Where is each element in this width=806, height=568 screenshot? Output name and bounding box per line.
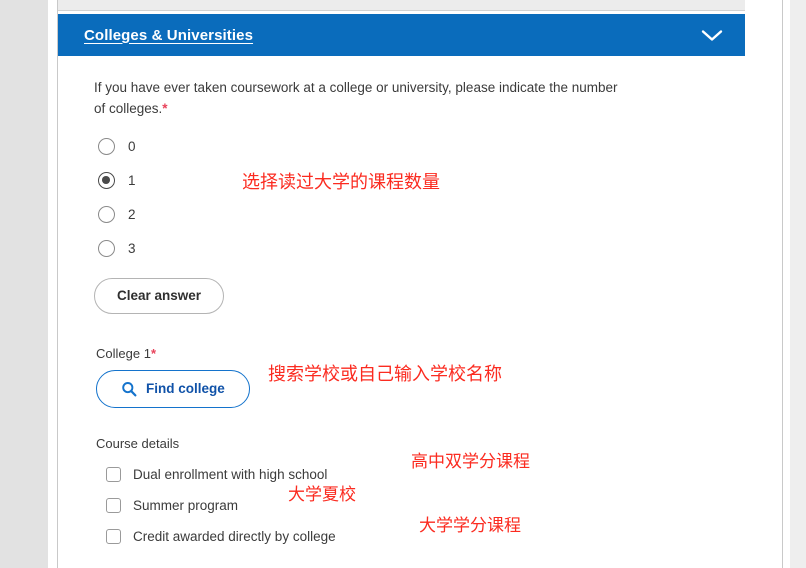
radio-icon[interactable]	[98, 138, 115, 156]
required-asterisk: *	[162, 100, 168, 116]
checkbox-label: Summer program	[133, 497, 239, 513]
find-college-button[interactable]: Find college	[96, 369, 250, 408]
college-1-label-text: College 1	[96, 345, 151, 361]
checkbox-icon[interactable]	[106, 528, 121, 544]
find-college-button-label: Find college	[146, 381, 225, 397]
radio-icon[interactable]	[98, 240, 115, 258]
radio-option-label: 1	[128, 173, 136, 189]
college-1-label: College 1*	[96, 346, 745, 361]
search-icon	[121, 381, 137, 397]
left-gutter	[0, 0, 48, 568]
college-count-radio-group: 0 1 2 3	[98, 130, 745, 266]
annotation-credit-awarded: 大学学分课程	[419, 516, 521, 536]
clear-answer-button[interactable]: Clear answer	[94, 277, 225, 314]
page-border-right	[782, 0, 783, 568]
question-prompt: If you have ever taken coursework at a c…	[94, 78, 624, 120]
radio-option-0[interactable]: 0	[98, 130, 745, 164]
chevron-down-icon[interactable]	[701, 29, 723, 42]
checkbox-icon[interactable]	[106, 497, 121, 513]
radio-option-label: 2	[128, 207, 136, 223]
question-prompt-text: If you have ever taken coursework at a c…	[94, 80, 618, 116]
radio-icon-selected[interactable]	[98, 172, 115, 190]
radio-icon[interactable]	[98, 206, 115, 224]
section-header-colleges-universities[interactable]: Colleges & Universities	[58, 14, 745, 56]
radio-option-3[interactable]: 3	[98, 232, 745, 266]
annotation-radio-group: 选择读过大学的课程数量	[242, 172, 440, 193]
previous-section-sliver[interactable]	[58, 0, 745, 11]
annotation-summer-program: 大学夏校	[288, 485, 356, 505]
section-body: If you have ever taken coursework at a c…	[58, 56, 745, 552]
radio-option-2[interactable]: 2	[98, 198, 745, 232]
checkbox-icon[interactable]	[106, 466, 121, 482]
radio-option-label: 3	[128, 241, 136, 257]
screenshot-root: Colleges & Universities If you have ever…	[0, 0, 806, 568]
annotation-find-college: 搜索学校或自己输入学校名称	[268, 364, 502, 385]
right-gutter	[790, 0, 806, 568]
checkbox-label: Credit awarded directly by college	[133, 528, 336, 544]
radio-option-label: 0	[128, 139, 136, 155]
section-title: Colleges & Universities	[84, 26, 254, 44]
annotation-dual-enrollment: 高中双学分课程	[411, 452, 530, 472]
required-asterisk: *	[150, 345, 156, 361]
